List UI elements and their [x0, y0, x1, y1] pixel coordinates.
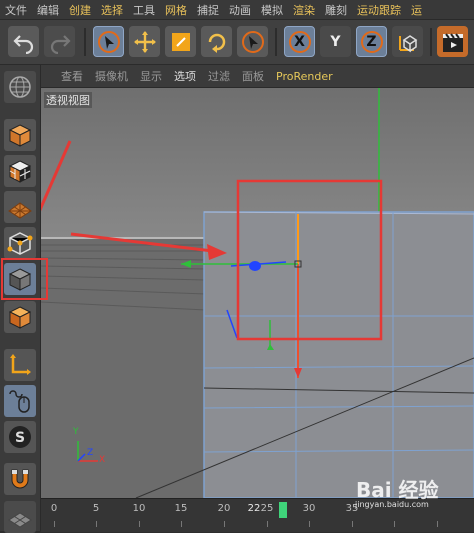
menu-render[interactable]: 渲染 — [288, 2, 320, 18]
cursor-icon — [241, 30, 264, 53]
grid-plane-icon — [8, 202, 32, 219]
menu-create[interactable]: 创建 — [64, 2, 96, 18]
magnet-button[interactable] — [4, 463, 36, 495]
viewport-menu-prorender[interactable]: ProRender — [270, 70, 339, 83]
make-editable-button[interactable] — [4, 71, 36, 103]
cursor-icon — [97, 30, 120, 53]
menu-file[interactable]: 文件 — [0, 2, 32, 18]
viewport-menu-display[interactable]: 显示 — [134, 68, 168, 84]
edges-mode-button[interactable] — [4, 301, 36, 333]
snap-s-icon: S — [9, 426, 31, 448]
tweak-mode-button[interactable] — [4, 385, 36, 417]
undo-button[interactable] — [8, 26, 39, 57]
origin-x-label: X — [99, 455, 106, 465]
watermark-url: jingyan.baidu.com — [355, 500, 429, 509]
viewport-menu-view[interactable]: 查看 — [55, 68, 89, 84]
mouse-icon — [9, 390, 30, 413]
menu-edit[interactable]: 编辑 — [32, 2, 64, 18]
viewport-scene — [41, 88, 474, 498]
menu-truncated[interactable]: 运 — [406, 2, 427, 18]
annotation-box-left — [1, 258, 48, 300]
menu-select[interactable]: 选择 — [96, 2, 128, 18]
axis-corner-icon — [10, 354, 31, 375]
rotate-tool-button[interactable] — [201, 26, 232, 57]
undo-icon — [12, 34, 33, 54]
timeline-tick-30: 30 — [302, 503, 316, 514]
viewport-menu-bar: 查看 摄像机 显示 选项 过滤 面板 ProRender — [41, 65, 474, 88]
redo-button[interactable] — [44, 26, 75, 57]
menu-tools[interactable]: 工具 — [128, 2, 160, 18]
perspective-viewport[interactable]: 透视视图 Y X Z — [41, 88, 474, 498]
world-axis-icon — [398, 34, 417, 52]
viewport-title: 透视视图 — [44, 92, 92, 108]
timeline-tick-0: 0 — [50, 503, 58, 514]
timeline-tick-20: 20 — [217, 503, 231, 514]
live-selection-button[interactable] — [237, 26, 268, 57]
scale-tool-button[interactable] — [165, 26, 196, 57]
points-mode-button[interactable] — [4, 227, 36, 259]
viewport-menu-cameras[interactable]: 摄像机 — [89, 68, 134, 84]
move-icon — [133, 30, 156, 53]
menu-simulate[interactable]: 模拟 — [256, 2, 288, 18]
workplane-button[interactable] — [4, 191, 36, 223]
timeline-playhead[interactable] — [279, 502, 287, 518]
menu-sculpt[interactable]: 雕刻 — [320, 2, 352, 18]
axis-mode-button[interactable] — [4, 349, 36, 381]
render-view-button[interactable] — [437, 26, 468, 57]
x-axis-label: X — [294, 33, 305, 50]
timeline-tick-25: 25 — [260, 503, 274, 514]
scale-icon — [171, 32, 190, 51]
timeline-current-frame: 22 — [247, 503, 261, 514]
grid-icon — [8, 512, 32, 528]
viewport-menu-options[interactable]: 选项 — [168, 68, 202, 84]
menu-motion-tracking[interactable]: 运动跟踪 — [352, 2, 406, 18]
workplane-grid-button[interactable] — [4, 501, 36, 533]
z-axis-lock-button[interactable]: Z — [356, 26, 387, 57]
snap-button[interactable]: S — [4, 421, 36, 453]
menu-mesh[interactable]: 网格 — [160, 2, 192, 18]
orange-cube-icon — [8, 306, 32, 329]
svg-text:S: S — [15, 430, 25, 446]
select-tool-button[interactable] — [93, 26, 124, 57]
z-axis-label: Z — [366, 33, 377, 50]
origin-y-label: Y — [73, 427, 79, 437]
vertex-cube-icon — [7, 232, 33, 255]
menu-animate[interactable]: 动画 — [224, 2, 256, 18]
rotate-icon — [208, 33, 225, 53]
y-axis-lock-button[interactable]: Y — [320, 26, 351, 57]
menu-snap[interactable]: 捕捉 — [192, 2, 224, 18]
magnet-icon — [11, 469, 29, 489]
origin-z-label: Z — [87, 448, 94, 458]
texture-mode-button[interactable] — [4, 155, 36, 187]
timeline-tick-10: 10 — [132, 503, 146, 514]
checker-cube-icon — [8, 160, 32, 183]
timeline-tick-15: 15 — [174, 503, 188, 514]
main-toolbar: X Y Z — [0, 20, 474, 65]
clapperboard-icon — [442, 32, 463, 52]
model-mode-button[interactable] — [4, 119, 36, 151]
coordinate-system-button[interactable] — [392, 26, 423, 57]
y-axis-label: Y — [330, 33, 341, 50]
timeline-tick-5: 5 — [92, 503, 100, 514]
redo-icon — [50, 34, 71, 54]
viewport-menu-filter[interactable]: 过滤 — [202, 68, 236, 84]
move-tool-button[interactable] — [129, 26, 160, 57]
x-axis-lock-button[interactable]: X — [284, 26, 315, 57]
menu-bar: 文件 编辑 创建 选择 工具 网格 捕捉 动画 模拟 渲染 雕刻 运动跟踪 运 — [0, 0, 474, 20]
sphere-grid-icon — [9, 76, 31, 98]
cube-icon — [8, 124, 32, 147]
viewport-menu-panel[interactable]: 面板 — [236, 68, 270, 84]
watermark-logo: Bai 经验 — [356, 478, 439, 502]
